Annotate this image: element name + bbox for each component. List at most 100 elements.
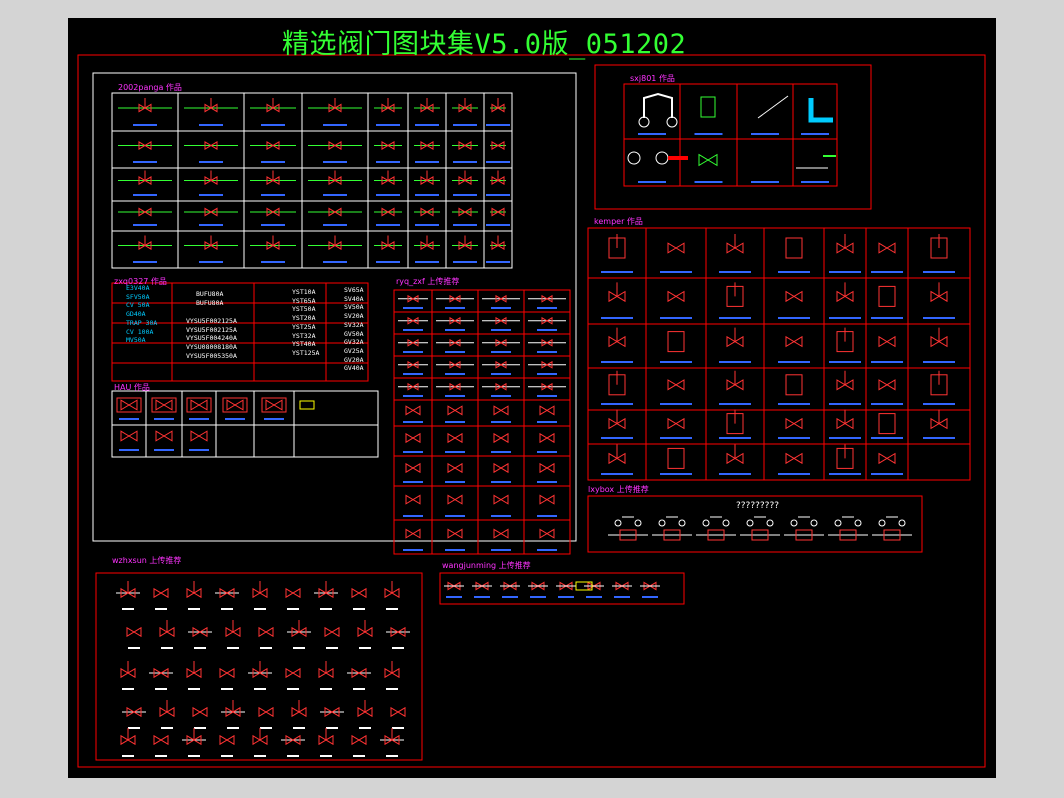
valve-symbol xyxy=(258,706,274,718)
label-block-ryq: ryq_zxf 上传推荐 xyxy=(396,277,460,286)
valve-symbol xyxy=(493,462,509,474)
valve-symbol xyxy=(447,462,463,474)
valve-code: YST40A xyxy=(292,340,316,349)
valve-symbol xyxy=(878,242,896,254)
valve-symbol xyxy=(854,519,862,527)
valve-code: VYSU5F002125A xyxy=(186,317,237,325)
panel-wzhxsun xyxy=(95,572,423,761)
drawing-canvas xyxy=(77,54,986,768)
valve-symbol xyxy=(698,153,718,167)
valve-symbol xyxy=(722,519,730,527)
valve-symbol xyxy=(120,430,138,442)
valve-code: YST65A xyxy=(292,296,316,305)
valve-code: GV25A xyxy=(344,346,364,355)
valve-symbol xyxy=(351,587,367,599)
valve-symbol xyxy=(667,290,685,303)
valve-symbol xyxy=(219,667,235,679)
valve-symbol xyxy=(447,405,463,416)
valve-code: VYSU5F002125A xyxy=(186,325,237,334)
valve-symbol xyxy=(785,417,803,430)
valve-code: GV50A xyxy=(344,329,364,338)
valve-code: GD40A xyxy=(126,310,146,319)
valve-code: YST10A xyxy=(292,288,316,296)
valve-symbol xyxy=(493,432,509,444)
valve-symbol xyxy=(539,405,555,416)
valve-symbol xyxy=(405,494,421,505)
lxybox-caption: ????????? xyxy=(736,501,779,511)
cad-model-space[interactable]: 精选阀门图块集V5.0版_051202 2002panga 作品 zxq0327… xyxy=(68,18,996,778)
valve-symbol xyxy=(878,413,896,435)
valve-symbol xyxy=(810,519,818,527)
valve-code: YST32A xyxy=(292,331,316,340)
valve-symbol xyxy=(834,519,842,527)
label-block-wzhxsun: wzhxsun 上传推荐 xyxy=(112,556,182,565)
valve-symbol xyxy=(190,430,208,442)
valve-symbol xyxy=(614,519,622,527)
valve-symbol xyxy=(898,519,906,527)
valve-symbol xyxy=(155,430,173,442)
valve-symbol xyxy=(702,519,710,527)
valve-symbol xyxy=(153,734,169,746)
valve-symbol xyxy=(405,405,421,416)
valve-code: SV40A xyxy=(344,294,364,303)
valve-symbol xyxy=(120,399,138,411)
drawing-title: 精选阀门图块集V5.0版_051202 xyxy=(282,29,687,60)
valve-symbol xyxy=(878,379,896,391)
valve-symbol xyxy=(265,399,283,411)
valve-symbol xyxy=(390,706,406,718)
valve-symbol xyxy=(655,151,669,165)
label-block-wangjunming: wangjunming 上传推荐 xyxy=(442,561,531,570)
valve-symbol xyxy=(192,706,208,718)
valve-symbol xyxy=(700,96,716,118)
valve-symbol xyxy=(539,528,555,539)
valve-code: CV 50A xyxy=(126,301,150,310)
valve-symbol xyxy=(667,242,685,254)
valve-symbol xyxy=(634,519,642,527)
valve-symbol xyxy=(746,519,754,527)
valve-symbol xyxy=(226,399,244,411)
valve-symbol xyxy=(447,494,463,505)
valve-symbol xyxy=(153,587,169,599)
valve-code: E3V40A xyxy=(126,284,150,292)
valve-code: SV20A xyxy=(344,312,364,321)
valve-symbol xyxy=(878,519,886,527)
valve-symbol xyxy=(666,116,678,128)
valve-symbol xyxy=(447,432,463,444)
panel-sxj xyxy=(594,64,872,210)
valve-code: SFV50A xyxy=(126,292,150,301)
valve-symbol xyxy=(790,519,798,527)
valve-symbol xyxy=(126,626,142,638)
valve-symbol xyxy=(878,452,896,465)
valve-symbol xyxy=(667,417,685,430)
valve-symbol xyxy=(785,374,803,396)
valve-symbol xyxy=(405,432,421,444)
label-block-hau: HAU 作品 xyxy=(114,383,150,392)
valve-code: YST25A xyxy=(292,322,316,331)
valve-code: VYSU5F004240A xyxy=(186,334,237,343)
valve-symbol xyxy=(638,116,650,128)
valve-symbol xyxy=(405,528,421,539)
actuator-symbol xyxy=(299,400,315,410)
valve-symbol xyxy=(447,528,463,539)
valve-code: TRAP 30A xyxy=(126,318,158,327)
valve-code: MV50A xyxy=(126,336,146,345)
valve-code: YST50A xyxy=(292,305,316,314)
valve-symbol xyxy=(785,335,803,348)
valve-symbol xyxy=(667,331,685,353)
valve-code: YST20A xyxy=(292,314,316,323)
valve-code: GV32A xyxy=(344,338,364,347)
valve-code: BUFU80A xyxy=(196,290,224,298)
valve-symbol xyxy=(539,462,555,474)
valve-symbol xyxy=(258,626,274,638)
valve-symbol xyxy=(785,237,803,259)
valve-code: YST125A xyxy=(292,348,320,357)
valve-symbol xyxy=(785,290,803,303)
valve-code: GV20A xyxy=(344,355,364,364)
valve-symbol xyxy=(155,399,173,411)
valve-code: VYSU5F005350A xyxy=(186,351,237,360)
valve-symbol xyxy=(285,587,301,599)
valve-symbol xyxy=(757,95,789,119)
valve-symbol xyxy=(493,494,509,505)
valve-symbol xyxy=(667,447,685,469)
valve-code: GV40A xyxy=(344,364,364,373)
